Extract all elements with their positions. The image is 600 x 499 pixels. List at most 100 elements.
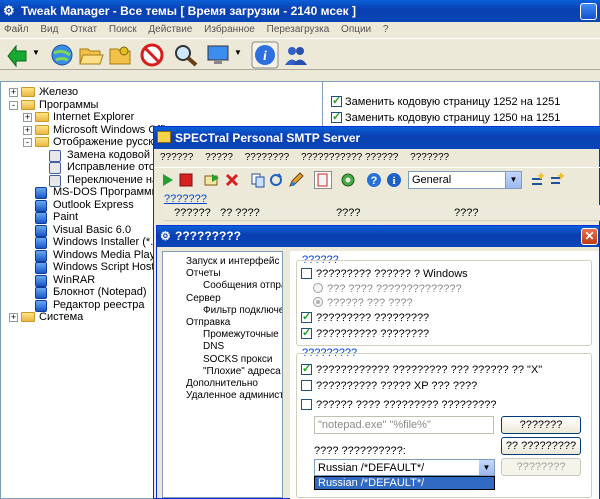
tree-item-label: Internet Explorer [53, 111, 135, 123]
info-icon[interactable]: i [251, 41, 279, 69]
tree-item-label: MS-DOS Программы [53, 186, 160, 198]
smtp-menu-2[interactable]: ????? [205, 152, 233, 163]
menu-rollback[interactable]: Откат [70, 24, 97, 35]
smtp-section-link[interactable]: ??????? [164, 193, 207, 205]
smtp-titlebar[interactable]: SPECTral Personal SMTP Server [154, 127, 600, 149]
windows-autostart-checkbox[interactable] [301, 268, 312, 279]
nav-item[interactable]: Отчеты [186, 268, 221, 279]
tree-item[interactable]: + Железо [1, 86, 321, 99]
folder-icon [21, 312, 35, 322]
nav-item[interactable]: Промежуточные SM [203, 329, 282, 340]
profile-combo-value: General [412, 174, 452, 186]
language-button[interactable]: ???????? [501, 458, 581, 476]
expand-icon[interactable]: + [23, 125, 32, 135]
nav-item[interactable]: "Плохие" адреса [203, 366, 281, 377]
globe-icon[interactable] [50, 43, 74, 67]
menu-file[interactable]: Файл [4, 24, 29, 35]
stop-icon[interactable] [178, 172, 194, 188]
expand-icon[interactable]: + [23, 113, 32, 122]
chevron-down-icon[interactable]: ▼ [505, 172, 521, 188]
editor-path-input[interactable]: "notepad.exe" "%file%" [314, 416, 494, 434]
language-select[interactable]: Russian /*DEFAULT*/ ▼ [314, 459, 495, 476]
tree-item[interactable]: + Internet Explorer [1, 111, 321, 124]
column-header-1[interactable]: ?????? [174, 207, 211, 219]
menu-view[interactable]: Вид [40, 24, 58, 35]
menu-search[interactable]: Поиск [109, 24, 137, 35]
delete-icon[interactable] [224, 172, 240, 188]
help-icon[interactable]: ? [366, 172, 382, 188]
language-dropdown-list[interactable]: Russian /*DEFAULT*/ [314, 476, 495, 490]
profile-combo[interactable]: General ▼ [408, 171, 522, 189]
column-header-3[interactable]: ???? [336, 207, 360, 219]
language-label: ???? ??????????: [314, 445, 406, 457]
close-button[interactable]: ✕ [581, 228, 598, 245]
forward-mail-icon[interactable] [204, 172, 220, 188]
gear-icon[interactable] [340, 172, 356, 188]
nav-item[interactable]: Удаленное администри [186, 390, 282, 401]
dialog-titlebar[interactable]: ⚙ ????????? ✕ [157, 226, 599, 247]
copy-icon[interactable] [250, 172, 266, 188]
menu-reboot[interactable]: Перезагрузка [267, 24, 330, 35]
tweak-titlebar[interactable]: ⚙ Tweak Manager - Все темы [ Время загру… [0, 0, 600, 22]
no-entry-icon[interactable] [140, 43, 164, 67]
tweak-title: Tweak Manager - Все темы [ Время загрузк… [21, 4, 357, 18]
menu-action[interactable]: Действие [148, 24, 192, 35]
menu-options[interactable]: Опции [341, 24, 371, 35]
browse-button[interactable]: ??????? [501, 416, 581, 434]
edit-icon[interactable] [288, 172, 304, 188]
menu-help[interactable]: ? [383, 24, 389, 35]
tree-item-label: Windows Media Player [53, 248, 165, 261]
smtp-menu-5[interactable]: ??????? [410, 152, 449, 163]
nav-item[interactable]: Запуск и интерфейс [186, 256, 280, 267]
play-icon[interactable] [160, 172, 176, 188]
group2-checkbox-1[interactable] [301, 362, 312, 375]
collapse-icon[interactable]: - [9, 100, 18, 110]
language-option-default[interactable]: Russian /*DEFAULT*/ [318, 477, 424, 489]
back-arrow-icon[interactable] [4, 42, 30, 68]
default-button[interactable]: ?? ????????? [501, 437, 581, 455]
open-folder-icon[interactable] [78, 43, 104, 67]
nav-item[interactable]: Отправка [186, 317, 230, 328]
radio-option-2[interactable] [313, 297, 323, 307]
group2-checkbox-2[interactable] [301, 380, 312, 391]
group2-checkbox-3[interactable] [301, 399, 312, 410]
minimize-button[interactable] [580, 3, 597, 20]
column-header-2[interactable]: ?? ???? [220, 207, 260, 219]
dropdown-arrow-icon[interactable]: ▼ [234, 48, 242, 57]
chevron-down-icon[interactable]: ▼ [479, 460, 494, 475]
nav-item[interactable]: Дополнительно [186, 378, 258, 389]
nav-item[interactable]: Фильтр подключе [203, 305, 282, 316]
smtp-toolbar: ? i General ▼ [154, 167, 600, 191]
group1-checkbox-2[interactable] [301, 310, 312, 323]
info-icon[interactable]: i [386, 172, 402, 188]
program-icon [35, 187, 47, 199]
refresh-icon[interactable] [268, 172, 284, 188]
monitor-icon[interactable] [206, 43, 232, 67]
expand-icon[interactable]: + [9, 313, 18, 322]
users-icon[interactable] [283, 43, 309, 67]
expand-icon[interactable]: + [9, 88, 18, 97]
document-icon[interactable] [314, 171, 332, 189]
dropdown-arrow-icon[interactable]: ▼ [32, 48, 40, 57]
nav-item[interactable]: DNS [203, 341, 224, 352]
nav-item[interactable]: Сообщения отправ [203, 280, 282, 291]
dialog-nav-tree[interactable]: Запуск и интерфейс Отчеты Сообщения отправ… [162, 251, 283, 498]
collapse-icon[interactable]: - [23, 138, 32, 147]
key-folder-icon[interactable] [108, 43, 134, 67]
menu-favorites[interactable]: Избранное [204, 24, 255, 35]
tree-item[interactable]: - Программы [1, 99, 321, 112]
smtp-menu-4[interactable]: ??????????? ?????? [301, 152, 398, 163]
add-item-icon[interactable] [529, 172, 545, 188]
smtp-menu-1[interactable]: ?????? [160, 152, 193, 163]
add-list-icon[interactable] [549, 172, 565, 188]
group1-checkbox-3[interactable] [301, 326, 312, 339]
radio-option-1[interactable] [313, 283, 323, 293]
column-header-4[interactable]: ???? [454, 207, 478, 219]
search-icon[interactable] [173, 43, 199, 67]
smtp-menu-3[interactable]: ???????? [245, 152, 290, 163]
nav-item[interactable]: Сервер [186, 293, 221, 304]
nav-item[interactable]: SOCKS прокси [203, 354, 272, 365]
option-checkbox-1252[interactable] [331, 94, 342, 107]
tweak-options-panel[interactable]: Заменить кодовую страницу 1252 на 1251 З… [322, 81, 600, 131]
option-checkbox-1250[interactable] [331, 110, 342, 123]
